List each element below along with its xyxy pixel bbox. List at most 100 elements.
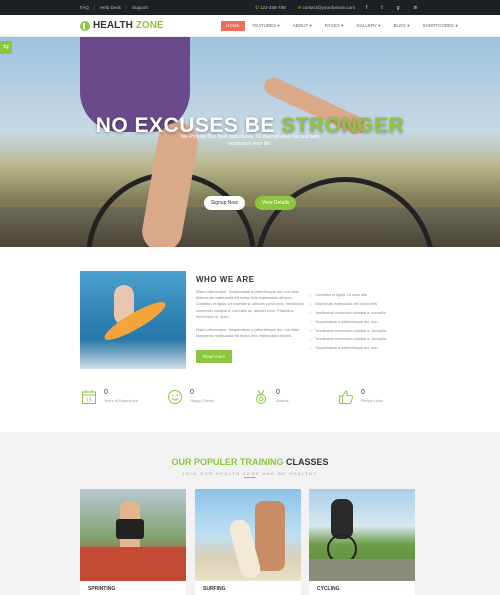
list-item: ✓ Maecenas malesuada elit lectus felis [309, 300, 419, 309]
logo-text-first: HEALTH [93, 20, 133, 31]
nav-item-home[interactable]: HOME [221, 21, 245, 31]
nav-item-features[interactable]: FEATURES ▾ [248, 21, 285, 31]
list-item: ✓ Suspendisse a pellentesque dui, non. [309, 317, 419, 326]
nav-item-shortcodes[interactable]: SHORTCODES ▾ [417, 21, 462, 31]
nav-item-label: GALLERY [356, 23, 377, 28]
stat-text: 0 People Likes [361, 389, 383, 403]
nav-item-about[interactable]: ABOUT ▾ [288, 21, 317, 31]
class-card-surfing[interactable]: SURFING [195, 489, 301, 595]
faq-link[interactable]: FAQ [80, 5, 89, 10]
google-plus-icon[interactable]: g [397, 5, 400, 11]
site-logo[interactable]: HEALTH ZONE [80, 20, 164, 31]
linkedin-icon[interactable]: in [414, 5, 418, 11]
who-we-are-title: WHO WE ARE [196, 275, 255, 284]
social-links: f t g in [366, 5, 417, 11]
calendar-icon: 15 [81, 389, 97, 405]
calendar-day: 15 [86, 398, 92, 404]
surfing-image [195, 489, 301, 581]
list-item: ✓ Curabitur et ligula. Ut mole sits [309, 291, 419, 300]
class-name: SPRINTING [88, 586, 116, 592]
cyclist-figure [331, 499, 353, 539]
title-underline [244, 477, 256, 478]
classes-title: OUR POPULER TRAINING CLASSES [0, 457, 500, 467]
stat-value: 0 [276, 389, 280, 396]
list-item: ✓ Vestibulum commodo volutpat a, convalli… [309, 326, 419, 335]
stat-text: 0 Awards [276, 389, 289, 403]
facebook-icon[interactable]: f [366, 5, 367, 11]
classes-title-green: OUR POPULER TRAINING [171, 457, 284, 467]
stat-awards: 0 Awards [253, 389, 289, 405]
surfer-image [80, 271, 186, 369]
thumbs-up-icon [338, 389, 354, 405]
nav-item-label: FEATURES [252, 23, 277, 28]
list-item: ✓ Vestibulum commodo volutpat a, convalli… [309, 309, 419, 318]
check-icon: ✓ [309, 310, 313, 316]
nav-item-pages[interactable]: PAGES ▾ [320, 21, 349, 31]
nav-item-label: PAGES [324, 23, 340, 28]
medal-icon [253, 389, 269, 405]
list-item-text: Maecenas malesuada elit lectus felis [315, 302, 378, 307]
phone-info: ✆ 123-456-789 [255, 5, 286, 11]
stat-label: People Likes [361, 399, 383, 403]
read-more-button[interactable]: Read more [196, 350, 233, 363]
running-track [80, 547, 186, 581]
hero-subtitle: We Provide Our Best opportunity TO Burne… [180, 134, 320, 147]
side-toggle-button[interactable]: ⇆ [0, 41, 12, 54]
list-item: ✓ Vestibulum commodo volutpat a, convalli… [309, 335, 419, 344]
feature-checklist: ✓ Curabitur et ligula. Ut mole sits ✓ Maec… [309, 291, 419, 353]
check-icon: ✓ [309, 292, 313, 298]
email-address: contact@yourdomain.com [302, 4, 355, 10]
support-link[interactable]: Support [132, 5, 148, 10]
list-item-text: Suspendisse a pellentesque dui, non. [315, 346, 379, 351]
separator: | [94, 5, 96, 10]
help-desk-link[interactable]: Help Desk [100, 5, 121, 10]
stat-clients: 0 Happy Clients [167, 389, 214, 405]
wave-foam [80, 339, 186, 369]
nav-item-blog[interactable]: BLOG ▾ [388, 21, 414, 31]
list-item-text: Vestibulum commodo volutpat a, convallis… [315, 328, 387, 333]
cycling-image [309, 489, 415, 581]
main-navbar: HEALTH ZONE HOME FEATURES ▾ ABOUT ▾ PAGE… [0, 15, 500, 37]
list-item: ✓ Suspendisse a pellentesque dui, non. [309, 344, 419, 353]
check-icon: ✓ [309, 336, 313, 342]
nav-item-label: ABOUT [292, 23, 309, 28]
view-details-button[interactable]: View Details [254, 196, 297, 210]
stat-value: 0 [361, 389, 365, 396]
logo-mark-icon [80, 20, 90, 31]
who-paragraph-1: Etiam ullamcorper. Suspendisse a pellent… [196, 290, 305, 319]
envelope-icon: ✉ [297, 4, 302, 10]
stat-value: 0 [190, 389, 194, 396]
class-name: CYCLING [317, 586, 340, 592]
phone-number: 123-456-789 [260, 4, 286, 10]
who-paragraph-2: Etiam ullamcorper. Suspendisse a pellent… [196, 328, 300, 339]
check-icon: ✓ [309, 345, 313, 351]
signup-button[interactable]: Signup Now [203, 196, 245, 210]
top-contact: ✆ 123-456-789 ✉ contact@yourdomain.com [255, 5, 355, 11]
check-icon: ✓ [309, 319, 313, 325]
stat-label: Years of Experience [104, 399, 138, 403]
bike-wheel-rear [255, 177, 435, 247]
hero-banner: ⇆ NO EXCUSES BE STRONGER We Provide Our … [0, 37, 500, 247]
list-item-text: Suspendisse a pellentesque dui, non. [315, 319, 379, 324]
stat-text: 0 Happy Clients [190, 389, 214, 403]
phone-icon: ✆ [255, 4, 259, 10]
nav-item-gallery[interactable]: GALLERY ▾ [351, 21, 385, 31]
top-links: FAQ | Help Desk | Support [80, 5, 148, 10]
list-item-text: Vestibulum commodo volutpat a, convallis… [315, 310, 387, 315]
twitter-icon[interactable]: t [381, 5, 382, 11]
email-info[interactable]: ✉ contact@yourdomain.com [298, 5, 355, 11]
classes-title-dark: CLASSES [286, 457, 329, 467]
class-name: SURFING [203, 586, 226, 592]
class-card-cycling[interactable]: CYCLING [309, 489, 415, 595]
hero-buttons: Signup Now View Details [0, 196, 500, 210]
check-icon: ✓ [309, 301, 313, 307]
smiley-icon [167, 389, 183, 405]
road [309, 559, 415, 581]
separator: | [125, 5, 128, 10]
class-card-sprinting[interactable]: SPRINTING [80, 489, 186, 595]
stat-likes: 0 People Likes [338, 389, 383, 405]
stat-experience: 15 0 Years of Experience [81, 389, 138, 405]
top-bar: FAQ | Help Desk | Support ✆ 123-456-789 … [0, 0, 500, 15]
stat-text: 0 Years of Experience [104, 389, 138, 403]
runner-outfit [116, 519, 144, 539]
